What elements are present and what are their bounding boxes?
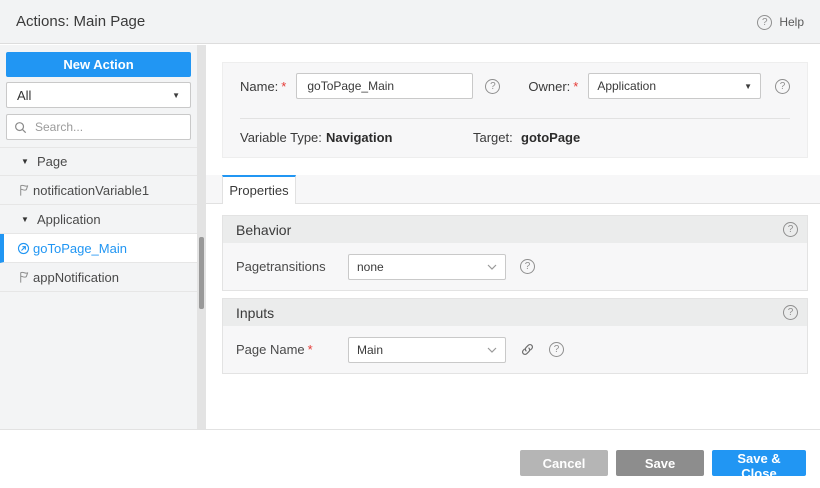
required-asterisk: * (573, 78, 579, 94)
behavior-section-header: Behavior ? (223, 216, 807, 243)
pagetransitions-select[interactable]: none (348, 253, 506, 280)
panel-divider (240, 118, 790, 119)
owner-help-icon[interactable]: ? (775, 78, 790, 94)
search-icon (15, 121, 27, 133)
page-title: Actions: Main Page (16, 13, 146, 30)
chevron-down-icon (487, 264, 497, 270)
tree-group-application[interactable]: ▼ Application (0, 205, 197, 234)
owner-label: Owner: (528, 78, 571, 94)
filter-dropdown[interactable]: All ▼ (6, 82, 191, 108)
behavior-section: Behavior ? Pagetransitions none ? (222, 215, 808, 291)
search-box (6, 114, 191, 140)
target-label: Target: (473, 130, 513, 145)
inputs-section: Inputs ? Page Name * Main ? (222, 298, 808, 374)
required-asterisk: * (307, 342, 313, 357)
name-help-icon[interactable]: ? (485, 78, 501, 94)
action-tree: ▼ Page notificationVariable1 ▼ Applicati… (0, 147, 197, 292)
tab-bar: Properties (206, 175, 820, 204)
type-target-row: Variable Type: Navigation Target: gotoPa… (223, 127, 807, 149)
main-content: Name: * ? Owner: * Application ▼ ? Varia… (206, 45, 820, 429)
name-input[interactable] (296, 73, 474, 99)
caret-down-icon: ▼ (172, 90, 180, 100)
header-bar: Actions: Main Page ? Help (0, 0, 820, 44)
page-name-help-icon[interactable]: ? (549, 342, 564, 357)
pagetransitions-help-icon[interactable]: ? (520, 259, 535, 274)
tree-item-label: notificationVariable1 (33, 182, 150, 198)
inputs-section-body: Page Name * Main ? (223, 326, 807, 373)
search-input[interactable] (33, 119, 183, 135)
name-owner-row: Name: * ? Owner: * Application ▼ ? (223, 72, 807, 100)
tab-properties[interactable]: Properties (222, 175, 296, 204)
vertical-scrollbar-thumb[interactable] (199, 237, 204, 309)
page-name-select[interactable]: Main (348, 336, 506, 363)
caret-down-icon: ▼ (744, 81, 752, 91)
page-name-label: Page Name * (236, 342, 313, 357)
vertical-scrollbar-track[interactable] (197, 45, 206, 429)
pagetransitions-label: Pagetransitions (236, 259, 326, 274)
help-label: Help (779, 15, 804, 29)
tree-group-page[interactable]: ▼ Page (0, 147, 197, 176)
owner-select[interactable]: Application ▼ (588, 73, 761, 99)
action-summary-panel: Name: * ? Owner: * Application ▼ ? Varia… (222, 62, 808, 158)
tree-item-label: appNotification (33, 269, 119, 285)
help-icon: ? (757, 14, 773, 30)
sidebar: New Action All ▼ ▼ Page (0, 45, 197, 429)
chevron-down-icon (487, 347, 497, 353)
behavior-help-icon[interactable]: ? (783, 222, 798, 237)
owner-value: Application (597, 79, 657, 93)
cancel-button[interactable]: Cancel (520, 450, 608, 476)
behavior-section-body: Pagetransitions none ? (223, 243, 807, 290)
behavior-section-title: Behavior (236, 221, 292, 238)
name-label: Name: (240, 78, 279, 94)
target-value: gotoPage (521, 130, 581, 145)
variable-type-label: Variable Type: (240, 130, 322, 145)
footer-bar: Cancel Save Save & Close (0, 429, 820, 488)
collapse-triangle-icon[interactable]: ▼ (21, 215, 37, 224)
variable-flag-icon (17, 183, 33, 197)
binding-link-icon[interactable] (520, 342, 535, 357)
inputs-help-icon[interactable]: ? (783, 305, 798, 320)
page-name-value: Main (357, 342, 384, 357)
filter-value: All (17, 87, 32, 103)
new-action-button[interactable]: New Action (6, 52, 191, 77)
tree-group-label: Page (37, 154, 68, 169)
inputs-section-header: Inputs ? (223, 299, 807, 326)
save-and-close-button[interactable]: Save & Close (712, 450, 806, 481)
tree-item-appnotification[interactable]: appNotification (0, 263, 197, 292)
inputs-section-title: Inputs (236, 304, 275, 321)
tree-item-gotopage-main[interactable]: goToPage_Main (0, 234, 197, 263)
tree-item-label: goToPage_Main (33, 240, 127, 256)
tree-item-notificationvariable1[interactable]: notificationVariable1 (0, 176, 197, 205)
navigation-icon (17, 242, 33, 255)
variable-type-value: Navigation (326, 130, 393, 145)
help-link[interactable]: ? Help (757, 0, 804, 44)
pagetransitions-value: none (357, 259, 384, 274)
actions-editor-window: Actions: Main Page ? Help New Action All… (0, 0, 820, 488)
tree-group-label: Application (37, 211, 101, 227)
save-button[interactable]: Save (616, 450, 704, 476)
required-asterisk: * (281, 78, 287, 94)
variable-flag-icon (17, 270, 33, 284)
collapse-triangle-icon[interactable]: ▼ (21, 157, 37, 166)
